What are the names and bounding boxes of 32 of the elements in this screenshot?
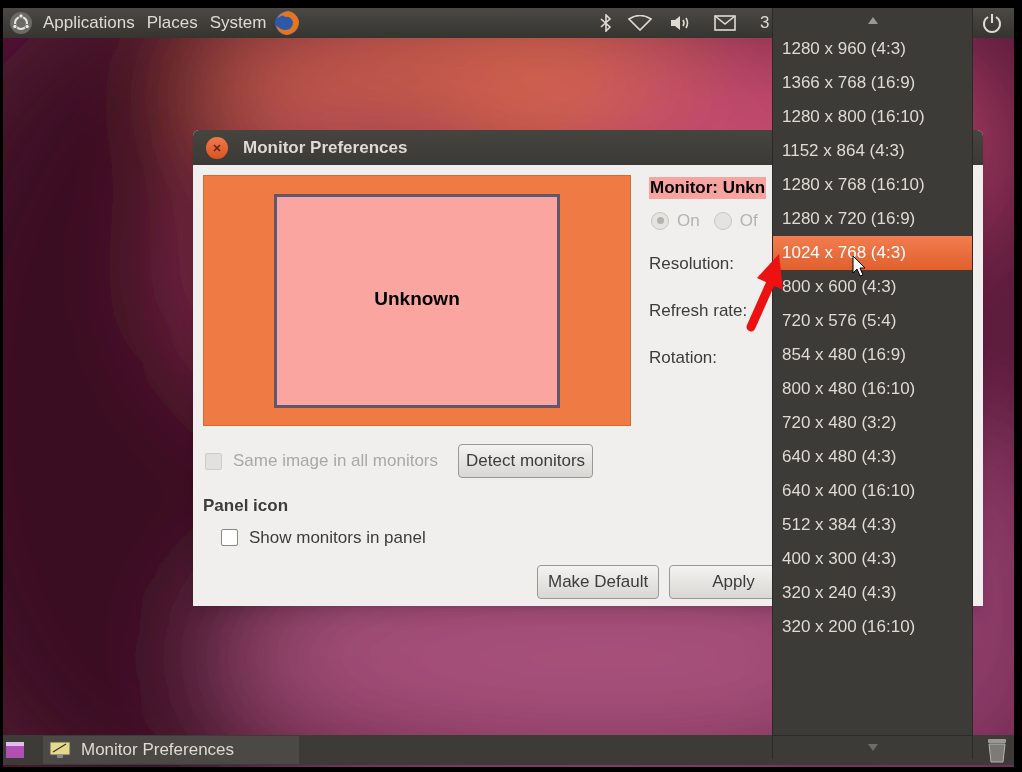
make-default-button[interactable]: Make Default	[537, 565, 660, 599]
monitor-rectangle[interactable]: Unknown	[274, 194, 560, 408]
menu-item[interactable]: 720 x 480 (3:2)	[773, 406, 972, 440]
setting-label: Refresh rate:	[649, 299, 748, 322]
menu-item[interactable]: Applications	[43, 10, 135, 36]
section-heading: Panel icon	[203, 495, 290, 517]
menu-item[interactable]: 1280 x 960 (4:3)	[773, 32, 972, 66]
setting-label: Rotation:	[649, 346, 718, 369]
monitor-name: Unknown	[374, 289, 460, 309]
taskbar-button[interactable]: Monitor Preferences	[43, 736, 299, 764]
menu-item[interactable]: 640 x 480 (4:3)	[773, 440, 972, 474]
menu-item[interactable]: Places	[146, 10, 198, 36]
menu-item[interactable]: 800 x 480 (16:10)	[773, 372, 972, 406]
menu-item[interactable]: 720 x 576 (5:4)	[773, 304, 972, 338]
menu-item[interactable]: 854 x 480 (16:9)	[773, 338, 972, 372]
radio-label: Of	[739, 210, 758, 232]
radio-label: On	[677, 210, 700, 232]
setting-label: Resolution:	[649, 252, 735, 275]
menu-item[interactable]: 640 x 400 (16:10)	[773, 474, 972, 508]
menu-item[interactable]: 1152 x 864 (4:3)	[773, 134, 972, 168]
menu-item[interactable]: 1280 x 720 (16:9)	[773, 202, 972, 236]
menu-item[interactable]: 320 x 200 (16:10)	[773, 610, 972, 644]
monitor-heading: Monitor: Unkn	[649, 177, 767, 199]
menu-item[interactable]: 1366 x 768 (16:9)	[773, 66, 972, 100]
checkbox-label: Show monitors in panel	[249, 526, 426, 549]
detect-monitors-button[interactable]: Detect monitors	[458, 444, 594, 478]
menu-item[interactable]: 1280 x 800 (16:10)	[773, 100, 972, 134]
checkbox-label: Same image in all monitors	[233, 450, 439, 473]
window-title: Monitor Preferences	[243, 136, 408, 159]
menu-item[interactable]: System	[209, 10, 267, 36]
menu-item[interactable]: 1280 x 768 (16:10)	[773, 168, 972, 202]
menu-item[interactable]: 512 x 384 (4:3)	[773, 508, 972, 542]
